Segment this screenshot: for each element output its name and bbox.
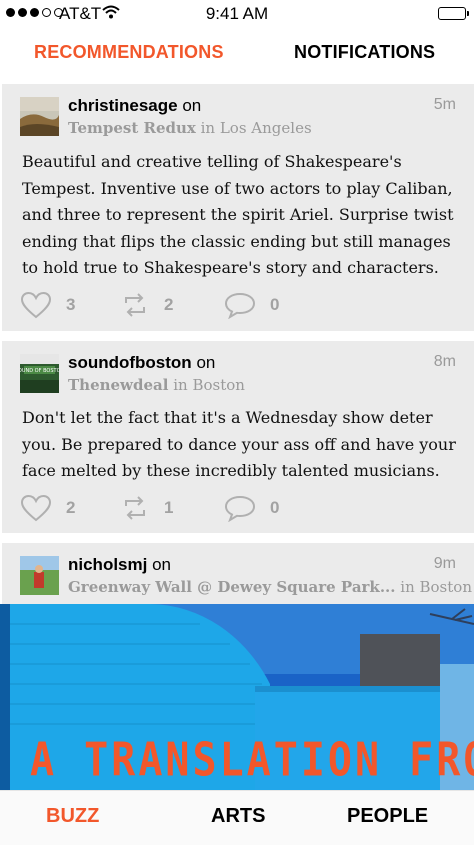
- post-username[interactable]: nicholsmj: [68, 555, 147, 574]
- repost-icon: [125, 293, 145, 317]
- repost-count: 2: [164, 295, 174, 314]
- user-avatar[interactable]: [20, 556, 59, 595]
- tab-recommendations[interactable]: RECOMMENDATIONS: [34, 42, 224, 63]
- nav-buzz[interactable]: BUZZ: [46, 805, 99, 828]
- comment-button[interactable]: 0: [224, 291, 279, 319]
- comment-count: 0: [270, 498, 280, 517]
- post-card[interactable]: nicholsmj on 9m Greenway Wall @ Dewey Sq…: [2, 543, 474, 605]
- battery-icon: [438, 7, 469, 20]
- mural-text: A TRANSLATION FROM: [30, 734, 474, 787]
- post-body: Beautiful and creative telling of Shakes…: [22, 152, 454, 277]
- post-location: in Boston: [400, 578, 472, 596]
- comment-icon: [224, 495, 256, 522]
- post-actions: 2 1 0: [20, 494, 460, 526]
- post-photo[interactable]: A TRANSLATION FROM: [0, 604, 474, 790]
- post-actions: 3 2 0: [20, 291, 460, 323]
- post-venue[interactable]: Thenewdeal: [68, 376, 168, 394]
- comment-button[interactable]: 0: [224, 494, 279, 522]
- post-location: in Boston: [173, 376, 245, 394]
- post-time: 9m: [433, 555, 456, 572]
- feed[interactable]: christinesage on 5m Tempest Redux in Los…: [0, 74, 474, 790]
- repost-icon: [125, 496, 145, 520]
- like-button[interactable]: 3: [20, 291, 75, 319]
- post-location: in Los Angeles: [200, 119, 312, 137]
- post-on-text: on: [182, 96, 202, 115]
- post-time: 5m: [433, 96, 456, 113]
- svg-text:SOUND OF BOSTON: SOUND OF BOSTON: [20, 368, 59, 374]
- user-avatar[interactable]: SOUND OF BOSTON: [20, 354, 59, 393]
- post-card[interactable]: SOUND OF BOSTON soundofboston on 8m Then…: [2, 341, 474, 533]
- status-bar: AT&T 9:41 AM: [0, 0, 474, 28]
- heart-icon: [20, 291, 52, 319]
- status-time: 9:41 AM: [205, 4, 269, 23]
- post-on-text: on: [152, 555, 172, 574]
- post-time: 8m: [433, 353, 456, 370]
- top-tab-bar: RECOMMENDATIONS NOTIFICATIONS: [0, 28, 474, 75]
- like-button[interactable]: 2: [20, 494, 75, 522]
- bottom-nav: BUZZ ARTS PEOPLE: [0, 790, 474, 845]
- post-body: Don't let the fact that it's a Wednesday…: [22, 408, 456, 480]
- nav-people[interactable]: PEOPLE: [347, 805, 428, 828]
- heart-icon: [20, 494, 52, 522]
- post-venue[interactable]: Tempest Redux: [68, 119, 196, 137]
- user-avatar[interactable]: [20, 97, 59, 136]
- comment-icon: [224, 292, 256, 319]
- like-count: 3: [66, 295, 76, 314]
- post-on-text: on: [196, 353, 216, 372]
- post-username[interactable]: soundofboston: [68, 353, 192, 372]
- post-card[interactable]: christinesage on 5m Tempest Redux in Los…: [2, 84, 474, 331]
- repost-button[interactable]: 2: [120, 291, 173, 319]
- post-username[interactable]: christinesage: [68, 96, 178, 115]
- tab-notifications[interactable]: NOTIFICATIONS: [294, 42, 435, 63]
- repost-button[interactable]: 1: [120, 494, 173, 522]
- like-count: 2: [66, 498, 76, 517]
- post-venue[interactable]: Greenway Wall @ Dewey Square Park...: [68, 578, 396, 596]
- repost-count: 1: [164, 498, 174, 517]
- nav-arts[interactable]: ARTS: [211, 805, 265, 828]
- comment-count: 0: [270, 295, 280, 314]
